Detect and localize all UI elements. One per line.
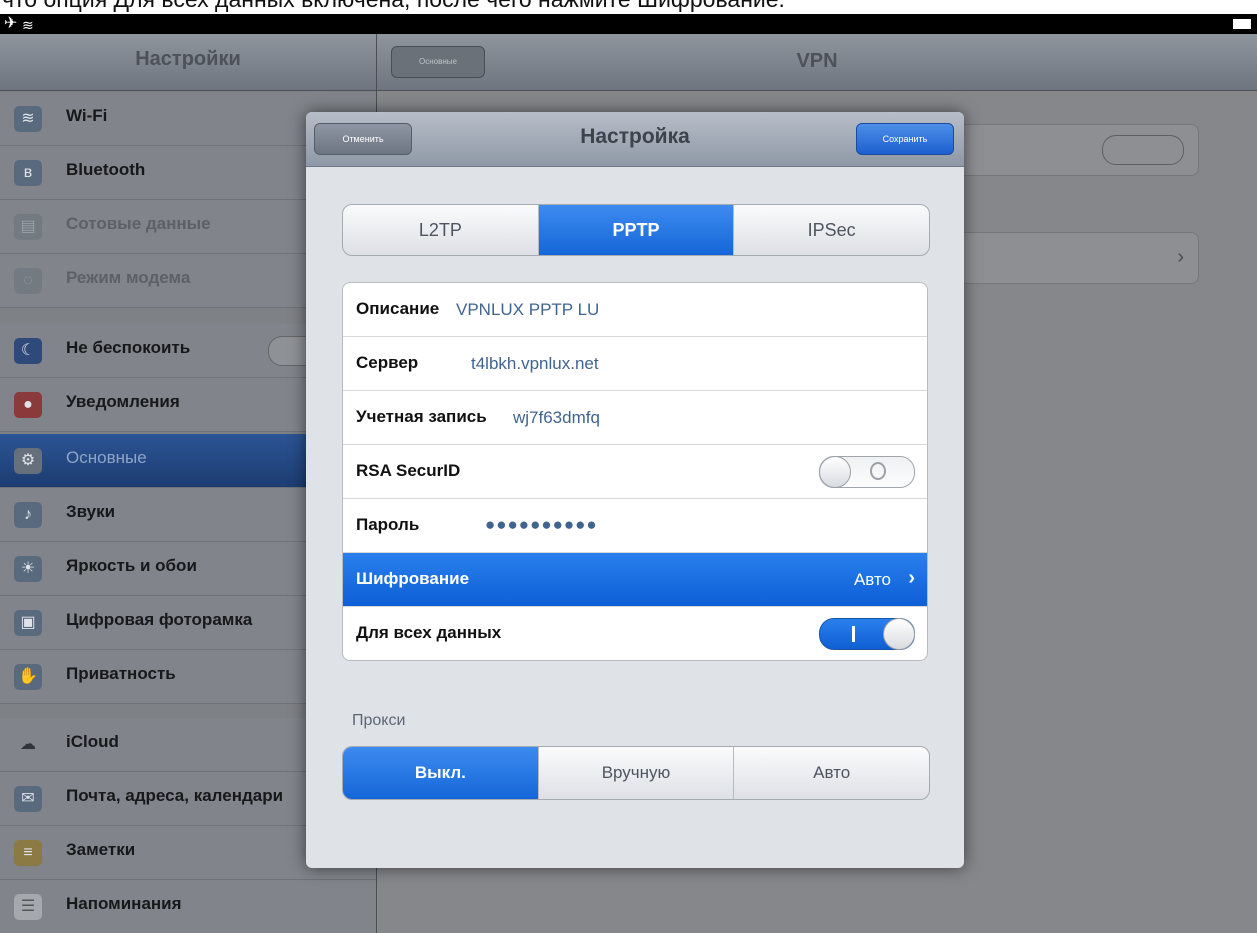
cellular-icon: ▤	[14, 214, 42, 240]
proxy-segmented-control: Выкл. Вручную Авто	[342, 746, 930, 800]
caption-strip: что опция Для всех данных включена, посл…	[0, 0, 1257, 14]
sidebar-item-label: Bluetooth	[66, 160, 146, 179]
sidebar-item-label: Цифровая фоторамка	[66, 610, 253, 629]
password-row[interactable]: Пароль ●●●●●●●●●●	[343, 499, 927, 553]
cloud-icon: ☁	[20, 736, 36, 753]
encryption-row[interactable]: Шифрование Авто ›	[343, 553, 927, 607]
server-field[interactable]: t4lbkh.vpnlux.net	[471, 354, 599, 374]
account-row[interactable]: Учетная запись wj7f63dmfq	[343, 391, 927, 445]
vpn-config-modal: Отменить Настройка Сохранить L2TP PPTP I…	[306, 112, 964, 868]
airplane-icon: ✈	[4, 15, 18, 32]
gear-icon: ⚙	[14, 448, 42, 474]
vpn-type-segmented-control: L2TP PPTP IPSec	[342, 204, 930, 256]
status-bar: ✈ ≋	[0, 14, 1257, 34]
vpn-settings-form: Описание VPNLUX PPTP LU Сервер t4lbkh.vp…	[342, 282, 928, 661]
caption-text: что опция Для всех данных включена, посл…	[2, 0, 785, 13]
switch-knob	[883, 618, 915, 650]
sidebar-item-label: Wi-Fi	[66, 106, 108, 125]
battery-icon	[1233, 19, 1251, 29]
sidebar-item-label: Заметки	[66, 840, 136, 859]
mail-icon: ✉	[14, 786, 42, 812]
account-label: Учетная запись	[356, 407, 487, 426]
segment-l2tp[interactable]: L2TP	[343, 205, 539, 255]
sidebar-item-label: Почта, адреса, календари	[66, 786, 284, 805]
chevron-right-icon: ›	[908, 567, 915, 589]
sidebar-item-label: Уведомления	[66, 392, 180, 411]
sidebar-item-reminders[interactable]: ☰ Напоминания	[0, 880, 376, 933]
wifi-icon: ≋	[22, 17, 34, 33]
vpn-switch[interactable]	[1102, 135, 1184, 165]
send-all-traffic-row: Для всех данных	[343, 607, 927, 660]
notifications-icon: ●	[14, 392, 42, 418]
reminders-icon: ☰	[14, 894, 42, 920]
moon-icon: ☾	[14, 338, 42, 364]
sidebar-item-label: Сотовые данные	[66, 214, 211, 233]
detail-navbar: Основные VPN	[377, 34, 1257, 91]
segment-pptp[interactable]: PPTP	[538, 205, 735, 255]
sidebar-item-label: Приватность	[66, 664, 176, 683]
rsa-securid-row: RSA SecurID	[343, 445, 927, 499]
sound-icon: ♪	[14, 502, 42, 528]
sidebar-item-label: Не беспокоить	[66, 338, 191, 357]
encryption-label: Шифрование	[356, 569, 470, 588]
segment-proxy-auto[interactable]: Авто	[734, 747, 929, 799]
account-field[interactable]: wj7f63dmfq	[513, 408, 600, 428]
switch-knob	[819, 456, 851, 488]
sidebar-title: Настройки	[135, 48, 241, 70]
server-label: Сервер	[356, 353, 419, 372]
hotspot-icon: ◌	[14, 268, 42, 294]
sidebar-item-label: Напоминания	[66, 894, 182, 913]
vpn-config-cell[interactable]: ›	[937, 232, 1199, 284]
send-all-traffic-switch[interactable]	[819, 618, 915, 650]
modal-navbar: Отменить Настройка Сохранить	[306, 112, 964, 167]
sidebar-item-label: iCloud	[66, 732, 119, 751]
save-button[interactable]: Сохранить	[856, 123, 954, 155]
privacy-icon: ✋	[14, 664, 42, 690]
send-all-traffic-label: Для всех данных	[356, 623, 502, 642]
segment-ipsec[interactable]: IPSec	[734, 205, 929, 255]
brightness-icon: ☀	[14, 556, 42, 582]
description-label: Описание	[356, 299, 440, 318]
sidebar-navbar: Настройки	[0, 34, 376, 91]
vpn-toggle-cell	[937, 124, 1199, 176]
description-field[interactable]: VPNLUX PPTP LU	[456, 300, 599, 320]
notes-icon: ≡	[14, 840, 42, 866]
rsa-securid-switch[interactable]	[819, 456, 915, 488]
password-field[interactable]: ●●●●●●●●●●	[485, 515, 598, 535]
encryption-value: Авто	[853, 570, 891, 589]
proxy-section-label: Прокси	[352, 712, 406, 729]
sidebar-item-label: Режим модема	[66, 268, 191, 287]
chevron-right-icon: ›	[1177, 246, 1184, 268]
switch-on-icon	[852, 626, 855, 642]
server-row[interactable]: Сервер t4lbkh.vpnlux.net	[343, 337, 927, 391]
detail-title: VPN	[796, 50, 838, 72]
photo-frame-icon: ▣	[14, 610, 42, 636]
ipad-screen: Настройки ≋ Wi-Fi ʙ Bluetooth ▤ Сотовые …	[0, 34, 1257, 933]
sidebar-item-label: Основные	[66, 448, 147, 467]
rsa-securid-label: RSA SecurID	[356, 461, 461, 480]
description-row[interactable]: Описание VPNLUX PPTP LU	[343, 283, 927, 337]
segment-proxy-manual[interactable]: Вручную	[539, 747, 735, 799]
wifi-icon: ≋	[14, 106, 42, 132]
bluetooth-icon: ʙ	[14, 160, 42, 186]
sidebar-item-label: Яркость и обои	[66, 556, 197, 575]
sidebar-item-label: Звуки	[66, 502, 116, 521]
password-label: Пароль	[356, 515, 420, 534]
switch-off-icon	[870, 462, 886, 480]
segment-proxy-off[interactable]: Выкл.	[343, 747, 539, 799]
